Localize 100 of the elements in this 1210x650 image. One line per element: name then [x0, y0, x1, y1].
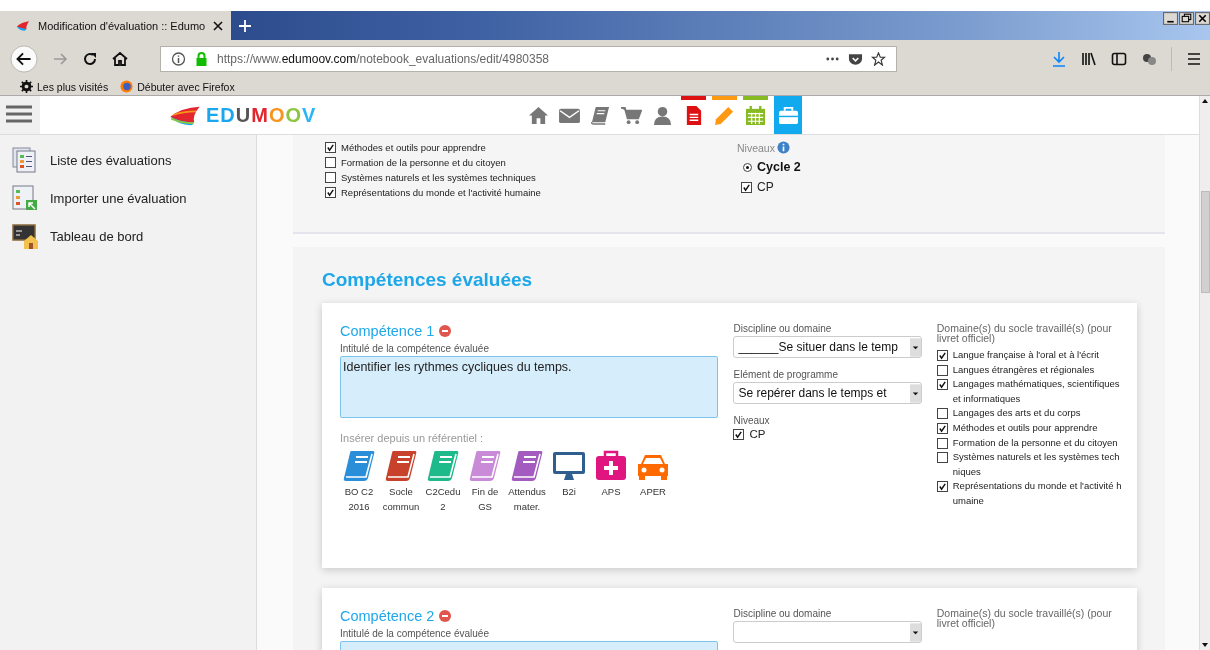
checkbox-label: Méthodes et outils pour apprendre: [952, 420, 1099, 435]
checkbox-label: Langages mathématiques, scientifiques et informatiques: [952, 377, 1121, 406]
menu-icon[interactable]: [0, 96, 40, 134]
nav-tab[interactable]: [774, 96, 802, 134]
referential-label: BO C2 2016: [343, 485, 375, 514]
referential-label: APER: [640, 485, 666, 499]
checkbox-label: CP: [757, 180, 774, 194]
checkbox-label: Langages des arts et du corps: [952, 406, 1082, 421]
checkbox-label: Formation de la personne et du citoyen: [952, 435, 1119, 450]
referential-label: Socle commun: [382, 485, 420, 514]
referential-label: C2Cedu 2: [424, 485, 462, 514]
board-icon: [12, 223, 38, 249]
caret-icon: [909, 337, 921, 357]
remove-icon[interactable]: [439, 610, 452, 622]
sidebar-icon[interactable]: [1111, 51, 1127, 67]
info-icon[interactable]: [171, 52, 186, 66]
checkbox[interactable]: [325, 187, 336, 198]
logo-wave-icon: [168, 104, 202, 126]
checkbox[interactable]: [733, 428, 745, 440]
bookmark-link[interactable]: Débuter avec Firefox: [120, 80, 235, 93]
new-tab-icon[interactable]: [239, 19, 252, 32]
checkbox-label: Systèmes naturels et les systèmes techniques: [341, 171, 536, 184]
lock-icon: [194, 52, 209, 66]
competence-title: Compétence 1: [340, 323, 435, 339]
checkbox[interactable]: [936, 379, 948, 391]
site-logo[interactable]: EDUMOOV: [206, 103, 317, 127]
close-icon[interactable]: [1195, 12, 1210, 25]
browser-tab[interactable]: Modification d'évaluation :: Edumo: [0, 11, 232, 40]
radio-button[interactable]: [743, 162, 752, 172]
field-label: Elément de programme: [733, 369, 839, 380]
checkbox-label: Représentations du monde et l'activité humaine: [952, 479, 1123, 508]
scrollbar[interactable]: [1199, 96, 1210, 650]
field-label: Discipline ou domaine: [733, 608, 833, 619]
checkbox-label: Langues étrangères et régionales: [952, 362, 1096, 377]
book-icon[interactable]: [468, 450, 502, 482]
radio-label: Cycle 2: [757, 160, 801, 174]
checkbox[interactable]: [936, 437, 948, 449]
checkbox[interactable]: [741, 181, 752, 193]
field-label: Intitulé de la compétence évaluée: [340, 628, 490, 639]
checkbox[interactable]: [936, 452, 948, 464]
restore-icon[interactable]: [1179, 12, 1194, 25]
briefcase-icon: [777, 105, 799, 125]
url-text: https://www.edumoov.com/notebook_evaluations/edit/4980358: [217, 52, 549, 66]
checkbox[interactable]: [325, 172, 336, 183]
import-icon: [12, 185, 38, 211]
checkbox-label: Systèmes naturels et les systèmes techniques: [952, 450, 1121, 479]
checkbox-label: Langue française à l'oral et à l'écrit: [952, 348, 1100, 362]
referential-label: APS: [601, 485, 621, 499]
globe-icon: [120, 80, 134, 93]
extension-icon[interactable]: [1141, 51, 1157, 67]
text-area[interactable]: Identifier les rythmes cycliques du temps.: [340, 356, 719, 418]
dropdown[interactable]: ______Se situer dans le temp: [733, 336, 922, 358]
monitor-icon[interactable]: [552, 450, 586, 482]
checkbox-label: Représentations du monde et l'activité humaine: [341, 186, 541, 199]
menu-icon[interactable]: [1186, 51, 1202, 67]
book-icon[interactable]: [384, 450, 418, 482]
caret-icon: [909, 622, 921, 642]
url-field[interactable]: https://www.edumoov.com/notebook_evaluations/edit/4980358: [160, 46, 897, 72]
book-icon[interactable]: [342, 450, 376, 482]
field-label: Intitulé de la compétence évaluée: [340, 343, 490, 354]
field-label: Niveaux: [733, 415, 771, 426]
dropdown[interactable]: Se repérer dans le temps et: [733, 382, 922, 404]
checkbox[interactable]: [936, 408, 948, 420]
caret-icon: [909, 383, 921, 403]
star-icon[interactable]: [871, 52, 886, 66]
field-label: Domaine(s) du socle travaillé(s) (pour livret officiel): [936, 323, 1113, 343]
scrollbar-thumb[interactable]: [1201, 191, 1210, 293]
shield-icon[interactable]: [848, 52, 863, 66]
checkbox-label: CP: [749, 428, 766, 440]
minimize-icon[interactable]: [1163, 12, 1178, 25]
sidebar-item[interactable]: Tableau de bord: [12, 223, 256, 249]
sidebar-item[interactable]: Liste des évaluations: [12, 147, 256, 173]
info-icon[interactable]: [776, 141, 790, 154]
site-logo-icon: [16, 20, 30, 31]
bookmark-link[interactable]: Les plus visités: [20, 80, 109, 93]
referential-label: Attendus mater.: [508, 485, 546, 514]
library-icon[interactable]: [1081, 51, 1097, 67]
section-title: Compétences évaluées: [322, 269, 534, 291]
field-label: Niveaux: [737, 141, 775, 154]
list-icon: [12, 147, 38, 173]
field-label: Domaine(s) du socle travaillé(s) (pour livret officiel): [936, 608, 1113, 628]
checkbox[interactable]: [936, 422, 948, 434]
referential-label: Fin de GS: [470, 485, 500, 514]
checkbox[interactable]: [325, 157, 336, 168]
referential-label: B2i: [562, 485, 576, 499]
gear-icon: [20, 80, 33, 93]
checkbox[interactable]: [325, 142, 336, 153]
field-label: Insérer depuis un référentiel :: [340, 432, 485, 444]
close-icon[interactable]: [213, 20, 224, 31]
checkbox[interactable]: [936, 481, 948, 493]
back-icon[interactable]: [10, 45, 38, 73]
medkit-icon[interactable]: [594, 450, 628, 482]
checkbox[interactable]: [936, 350, 948, 361]
download-icon[interactable]: [1051, 51, 1067, 67]
sidebar-item[interactable]: Importer une évaluation: [12, 185, 256, 211]
remove-icon[interactable]: [439, 325, 452, 337]
reload-icon[interactable]: [82, 51, 98, 67]
home-icon[interactable]: [112, 51, 128, 67]
book-icon[interactable]: [510, 450, 544, 482]
checkbox[interactable]: [936, 364, 948, 376]
